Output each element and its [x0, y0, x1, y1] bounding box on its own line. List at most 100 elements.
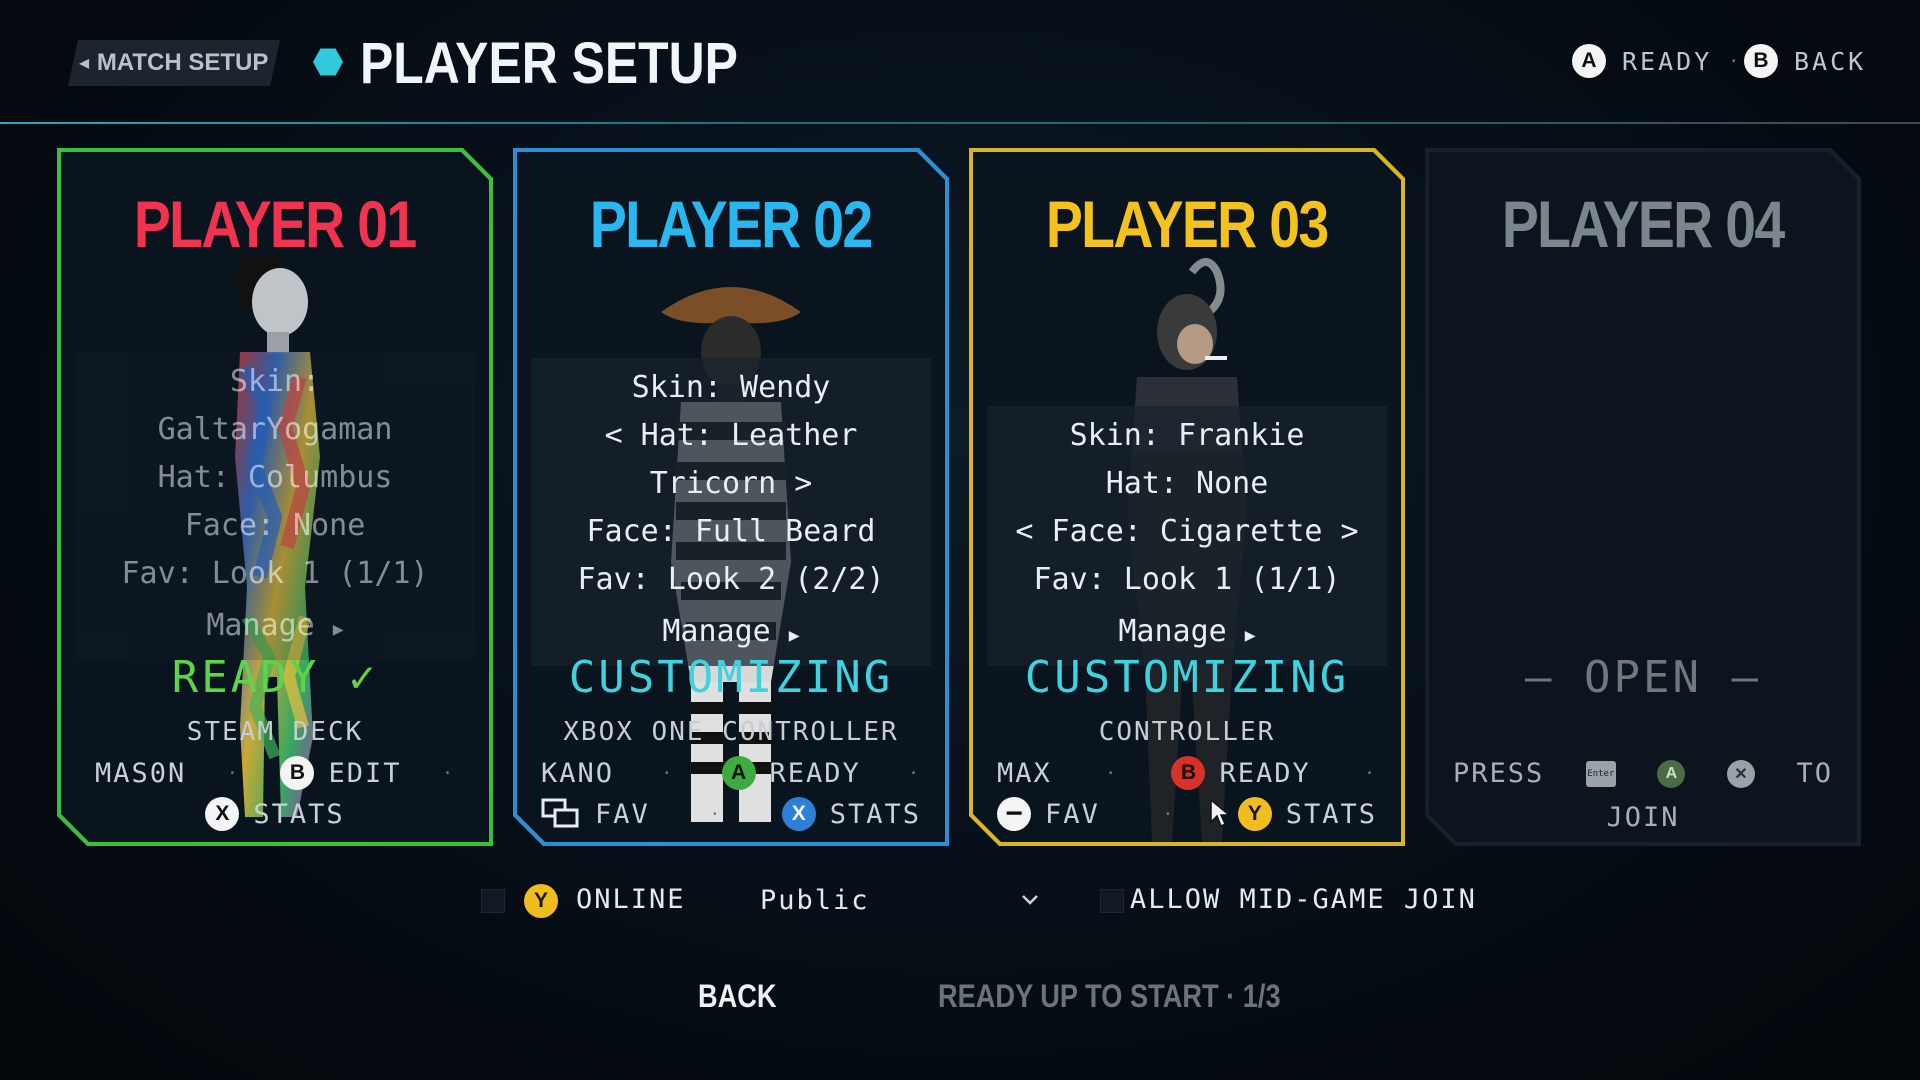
action-row-1: MAX · B READY ·	[997, 756, 1377, 790]
ready-hint[interactable]: A READY ·	[1572, 44, 1742, 78]
customization-info: Skin: GaltarYogaman Hat: Columbus Face: …	[75, 352, 475, 660]
player-title: PLAYER 03	[1046, 187, 1328, 261]
fav-value: Fav: Look 1 (1/1)	[1033, 562, 1341, 597]
join-prompt: PRESS Enter A ✕ TO	[1453, 758, 1833, 789]
fav-label: FAV	[1045, 798, 1100, 830]
separator-dot: ·	[709, 803, 723, 825]
b-button-icon: B	[1744, 44, 1778, 78]
action-row-2: X STATS	[85, 797, 465, 831]
fav-value: Fav: Look 2 (2/2)	[577, 562, 885, 597]
action-row-1: MAS0N · B EDIT ·	[95, 756, 455, 790]
fav-value: Fav: Look 1 (1/1)	[121, 556, 429, 591]
player-name: KANO	[541, 757, 615, 789]
skin-value: GaltarYogaman	[157, 412, 393, 447]
action-row-2: FAV · X STATS	[541, 797, 921, 831]
player-card-03[interactable]: PLAYER 03 Skin: Frankie Hat: None < Face…	[969, 148, 1405, 846]
player-card-01[interactable]: PLAYER 01 Skin: GaltarYogaman Hat: Colum…	[57, 148, 493, 846]
manage-label: Manage	[206, 608, 315, 643]
x-button-icon: ✕	[1727, 760, 1755, 788]
customizing-status: CUSTOMIZING	[568, 652, 894, 703]
ready-action[interactable]: A READY	[722, 756, 861, 790]
triangle-right-icon: ▶	[332, 619, 344, 640]
view-button-icon	[541, 798, 581, 830]
device-label: XBOX ONE CONTROLLER	[563, 717, 899, 747]
a-button-icon: A	[722, 756, 756, 790]
customization-info: Skin: Wendy < Hat: Leather Tricorn > Fac…	[531, 358, 931, 666]
player-name: MAX	[997, 757, 1052, 789]
separator-dot: ·	[442, 762, 455, 784]
device-label: STEAM DECK	[186, 717, 364, 747]
hat-value: Hat: None	[1105, 466, 1269, 501]
ready-status: READY ✓	[171, 652, 379, 703]
separator-dot: ·	[226, 762, 240, 784]
enter-key-icon: Enter	[1586, 761, 1616, 787]
player-name: MAS0N	[95, 757, 187, 789]
hat-selector[interactable]: < Hat: Leather	[531, 412, 931, 460]
ready-up-status: READY UP TO START · 1/3	[938, 978, 1281, 1014]
edit-label: EDIT	[328, 757, 402, 789]
action-row-2: − FAV · Y STATS	[997, 797, 1377, 831]
fav-action[interactable]: − FAV	[997, 797, 1100, 831]
fav-label: FAV	[595, 798, 650, 830]
player-title: PLAYER 01	[134, 187, 416, 261]
face-value: Face: Full Beard	[586, 514, 876, 549]
stats-action[interactable]: Y STATS	[1238, 797, 1377, 831]
customization-info: Skin: Frankie Hat: None < Face: Cigarett…	[987, 406, 1387, 666]
stats-action[interactable]: X STATS	[205, 797, 344, 831]
y-button-icon: Y	[1238, 797, 1272, 831]
visibility-value: Public	[760, 884, 870, 916]
manage-label: Manage	[1118, 614, 1227, 649]
ready-label: READY	[1219, 757, 1311, 789]
back-hint-label: BACK	[1794, 46, 1867, 76]
visibility-select[interactable]: Public	[760, 878, 1040, 922]
a-button-icon: A	[1657, 760, 1685, 788]
ready-hint-label: READY	[1622, 46, 1713, 76]
player-title: PLAYER 02	[590, 187, 872, 261]
triangle-right-icon: ▶	[1244, 625, 1256, 646]
to-label: TO	[1796, 758, 1833, 789]
action-row-1: KANO · A READY ·	[541, 756, 921, 790]
stats-action[interactable]: X STATS	[782, 797, 921, 831]
fav-action[interactable]: FAV	[541, 798, 650, 830]
player-title: PLAYER 04	[1502, 187, 1784, 261]
manage-label: Manage	[662, 614, 771, 649]
online-label: ONLINE	[576, 884, 686, 915]
skin-value: Skin: Wendy	[631, 370, 831, 405]
back-button[interactable]: BACK	[698, 978, 777, 1015]
ready-action[interactable]: B READY	[1171, 756, 1310, 790]
hexagon-icon	[313, 48, 343, 76]
hat-value: Hat: Columbus	[157, 460, 393, 495]
edit-action[interactable]: B EDIT	[280, 756, 401, 790]
customizing-status: CUSTOMIZING	[1024, 652, 1350, 703]
skin-value: Skin: Frankie	[1069, 418, 1305, 453]
hat-selector-cont[interactable]: Tricorn >	[531, 460, 931, 508]
manage-link[interactable]: Manage ▶	[75, 602, 475, 654]
press-label: PRESS	[1453, 758, 1545, 789]
back-hint[interactable]: B BACK	[1744, 44, 1866, 78]
player-card-02[interactable]: PLAYER 02 Skin: Wendy < Hat: Leather Tri…	[513, 148, 949, 846]
b-button-icon: B	[280, 756, 314, 790]
join-label: JOIN	[1606, 802, 1680, 833]
online-checkbox[interactable]	[481, 889, 505, 913]
page-title: PLAYER SETUP	[360, 31, 738, 96]
stats-label: STATS	[1285, 798, 1377, 830]
skin-label: Skin:	[229, 364, 321, 399]
allow-mid-game-join-label: ALLOW MID-GAME JOIN	[1130, 884, 1477, 915]
face-selector[interactable]: < Face: Cigarette >	[987, 508, 1387, 556]
stats-label: STATS	[829, 798, 921, 830]
back-tab-label: MATCH SETUP	[96, 49, 269, 76]
player-card-04[interactable]: PLAYER 04 — OPEN — PRESS Enter A ✕ TO JO…	[1425, 148, 1861, 846]
stats-label: STATS	[253, 798, 345, 830]
header-divider	[0, 122, 1920, 124]
allow-mid-game-join-checkbox[interactable]	[1100, 889, 1124, 913]
mouse-cursor-icon	[1209, 798, 1231, 828]
separator-dot: ·	[1105, 762, 1119, 784]
minus-button-icon: −	[997, 797, 1031, 831]
match-setup-back-tab[interactable]: ◀ MATCH SETUP	[68, 40, 280, 86]
separator-dot: ·	[1162, 803, 1176, 825]
separator-dot: ·	[1364, 762, 1377, 784]
separator-dot: ·	[1728, 50, 1743, 72]
face-value: Face: None	[184, 508, 366, 543]
chevron-down-icon	[1022, 895, 1038, 905]
a-button-icon: A	[1572, 44, 1606, 78]
